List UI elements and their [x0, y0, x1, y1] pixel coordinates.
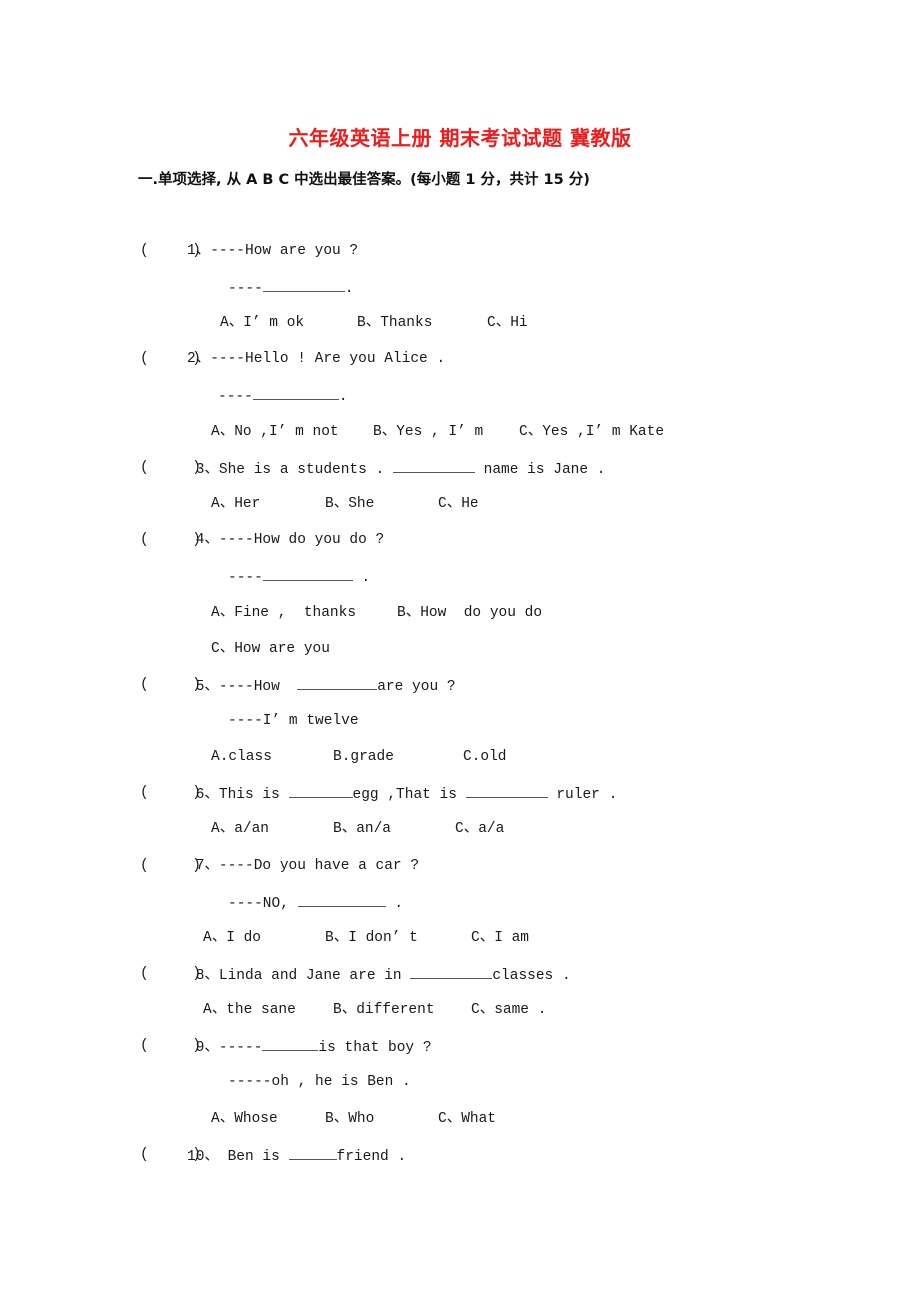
- question-text: name is Jane .: [474, 462, 606, 478]
- option-c: C、same .: [471, 1002, 547, 1018]
- option-b: B、an/a: [333, 821, 392, 837]
- question-response: ----.: [218, 386, 348, 406]
- response-prefix: ----: [228, 281, 263, 297]
- option-a: A、I do: [203, 930, 262, 946]
- question-text: ruler .: [547, 787, 618, 803]
- question-text: Linda and Jane are in: [218, 968, 411, 984]
- question-prompt: 7、----Do you have a car ?: [187, 857, 419, 875]
- option-b: B、Yes , I’ m: [373, 424, 484, 440]
- question-response: ----NO, .: [228, 893, 403, 913]
- question-text: ----How do you do ?: [218, 532, 385, 548]
- question-text: is that boy ?: [318, 1040, 432, 1056]
- question-text: Ben is: [218, 1149, 289, 1165]
- option-c: C、How are you: [211, 641, 330, 657]
- answer-blank: [288, 1146, 337, 1160]
- response-prefix: ----NO,: [228, 896, 298, 912]
- question-number: 1、: [187, 243, 211, 259]
- response-suffix: .: [352, 570, 371, 586]
- response-prefix: ----: [218, 389, 253, 405]
- question-text: classes .: [492, 968, 571, 984]
- option-c: C、He: [438, 496, 479, 512]
- option-a: A、I’ m ok: [220, 315, 305, 331]
- answer-blank: [297, 676, 378, 690]
- question-text: -----: [218, 1040, 263, 1056]
- option-c: C、Yes ,I’ m Kate: [519, 424, 665, 440]
- question-text: This is: [218, 787, 289, 803]
- question-response: ----I’ m twelve: [228, 713, 359, 729]
- response-prefix: ----: [228, 570, 263, 586]
- option-b: B、Thanks: [357, 315, 433, 331]
- question-prompt: 4、----How do you do ?: [187, 531, 385, 549]
- option-c: C.old: [463, 749, 507, 765]
- response-suffix: .: [338, 389, 348, 405]
- question-text: friend .: [336, 1149, 407, 1165]
- response-suffix: .: [344, 281, 354, 297]
- question-number: 2、: [187, 351, 211, 367]
- option-c: C、I am: [471, 930, 530, 946]
- question-prompt: 6、This is egg ,That is ruler .: [187, 784, 618, 804]
- question-number: 7、: [195, 858, 219, 874]
- option-a: A、a/an: [211, 821, 270, 837]
- question-prompt: 9、----- is that boy ?: [187, 1037, 432, 1057]
- section-heading: 一.单项选择, 从 A B C 中选出最佳答案。(每小题 1 分，共计 15 分…: [138, 172, 590, 188]
- question-prompt: 8、Linda and Jane are in classes .: [187, 965, 571, 985]
- exam-title: 六年级英语上册 期末考试试题 冀教版: [288, 126, 632, 150]
- option-a: A.class: [211, 749, 272, 765]
- option-b: B、different: [333, 1002, 435, 1018]
- question-response: -----oh , he is Ben .: [228, 1074, 411, 1090]
- question-text: ----Hello ! Are you Alice .: [210, 351, 446, 367]
- question-number: 8、: [195, 968, 219, 984]
- question-text: ----Do you have a car ?: [218, 858, 420, 874]
- question-prompt: 5、----How are you ?: [187, 676, 456, 696]
- answer-blank: [262, 567, 353, 581]
- question-number: 4、: [195, 532, 219, 548]
- question-text: are you ?: [377, 679, 456, 695]
- question-prompt: 1、----How are you ?: [187, 242, 358, 260]
- option-c: C、Hi: [487, 315, 528, 331]
- option-a: A、Fine , thanks: [211, 605, 357, 621]
- question-text: ----How are you ?: [210, 243, 359, 259]
- question-text: egg ,That is: [352, 787, 466, 803]
- answer-blank: [465, 784, 548, 798]
- question-prompt: 10、 Ben is friend .: [187, 1146, 406, 1166]
- option-b: B、How do you do: [397, 605, 543, 621]
- answer-blank: [262, 1037, 319, 1051]
- answer-blank: [410, 965, 493, 979]
- option-c: C、What: [438, 1111, 497, 1127]
- answer-blank: [392, 459, 475, 473]
- answer-blank: [252, 386, 339, 400]
- question-text: ----How: [218, 679, 298, 695]
- question-number: 5、: [195, 679, 219, 695]
- question-response: ----.: [228, 278, 354, 298]
- question-prompt: 2、----Hello ! Are you Alice .: [187, 350, 445, 368]
- option-b: B、I don’ t: [325, 930, 418, 946]
- option-a: A、Her: [211, 496, 261, 512]
- option-b: B、Who: [325, 1111, 375, 1127]
- question-response: ---- .: [228, 567, 370, 587]
- question-number: 9、: [195, 1040, 219, 1056]
- option-b: B.grade: [333, 749, 394, 765]
- answer-blank: [297, 893, 386, 907]
- option-c: C、a/a: [455, 821, 505, 837]
- option-a: A、No ,I’ m not: [211, 424, 339, 440]
- question-number: 6、: [195, 787, 219, 803]
- question-number: 10、: [187, 1149, 219, 1165]
- question-number: 3、: [195, 462, 219, 478]
- answer-blank: [288, 784, 353, 798]
- option-a: A、the sane: [203, 1002, 296, 1018]
- option-b: B、She: [325, 496, 375, 512]
- option-a: A、Whose: [211, 1111, 278, 1127]
- answer-blank: [262, 278, 345, 292]
- question-prompt: 3、She is a students . name is Jane .: [187, 459, 606, 479]
- question-text: She is a students .: [218, 462, 393, 478]
- response-suffix: .: [385, 896, 404, 912]
